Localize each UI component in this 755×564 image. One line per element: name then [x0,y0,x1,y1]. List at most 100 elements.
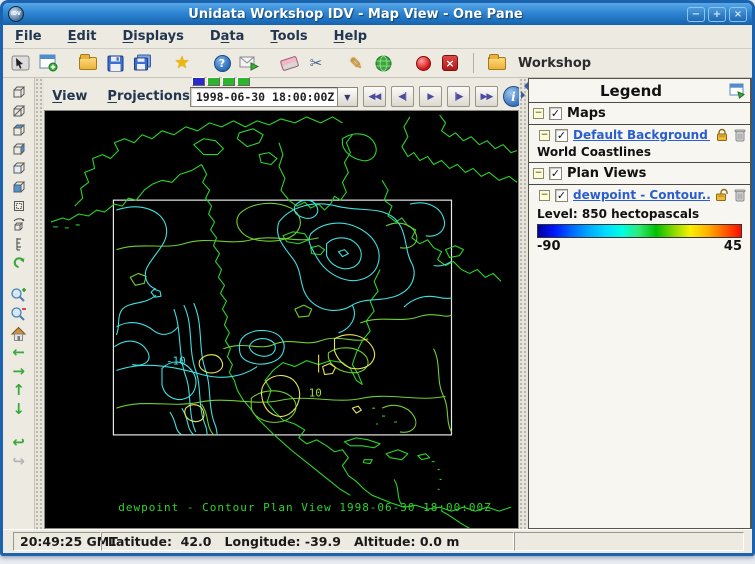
step-forward-button[interactable]: |▶ [446,86,470,107]
idv-logo-icon: IDV [8,6,24,22]
menu-data[interactable]: Data [210,29,245,44]
world-coastlines-label: World Coastlines [537,145,651,159]
workshop-folder-icon[interactable] [485,51,509,75]
go-to-end-button[interactable]: ▶▶ [474,86,498,107]
collapse-plan-views-icon[interactable]: − [533,168,545,179]
top-view-icon[interactable] [7,120,31,139]
plan-views-visibility-checkbox[interactable]: ✓ [549,167,563,180]
idv-window: IDV Unidata Workshop IDV - Map View - On… [0,0,755,556]
pan-left-icon[interactable]: ← [7,343,31,362]
menu-file[interactable]: File [15,29,42,44]
dewpoint-visibility-checkbox[interactable]: ✓ [555,188,569,202]
map-display[interactable]: -10 10 dewpoint - Contour Plan View 1998… [44,110,520,529]
trash-icon[interactable] [734,188,746,202]
maps-visibility-checkbox[interactable]: ✓ [549,107,563,120]
status-bar: 20:49:25 GMT Latitude: 42.0 Longitude: -… [3,529,752,553]
legend-splitter[interactable] [519,78,529,529]
animation-step[interactable] [191,77,205,86]
rotate-view-icon[interactable] [7,101,31,120]
lock-open-icon[interactable] [715,188,729,202]
redo-icon[interactable]: ↪ [7,452,31,471]
box-outline-icon[interactable] [7,196,31,215]
cut-scissors-icon[interactable]: ✂ [304,51,328,75]
vertical-scale-icon[interactable] [7,234,31,253]
colorbar-gradient[interactable] [537,224,742,238]
drawing-pencil-icon[interactable]: ✎ [344,51,368,75]
close-button[interactable]: × [729,6,747,22]
collapse-maps-icon[interactable]: − [533,108,545,119]
maximize-button[interactable]: + [708,6,726,22]
zoom-in-icon[interactable] [7,286,31,305]
open-bundle-icon[interactable] [76,51,100,75]
menu-view[interactable]: View [52,89,87,104]
menu-tools[interactable]: Tools [270,29,307,44]
animation-step[interactable] [221,77,235,86]
contour-label: 10 [309,386,322,399]
pan-down-icon[interactable]: ↓ [7,400,31,419]
animation-step[interactable] [206,77,220,86]
collapse-dewpoint-icon[interactable]: − [539,189,551,201]
screen: IDV Unidata Workshop IDV - Map View - On… [0,0,755,564]
perspective-view-icon[interactable] [7,82,31,101]
undo-icon[interactable]: ↩ [7,433,31,452]
dewpoint-contour-link[interactable]: dewpoint - Contour... [573,188,710,202]
show-dashboard-icon[interactable] [9,51,33,75]
collapse-right-icon[interactable] [521,91,529,99]
pan-right-icon[interactable]: → [7,362,31,381]
dewpoint-row: − ✓ dewpoint - Contour... [529,185,750,205]
map-canvas: -10 10 [51,114,518,528]
exit-icon[interactable]: × [438,51,462,75]
erase-icon[interactable] [277,51,301,75]
maps-section-label: Maps [567,106,606,121]
step-back-button[interactable]: ◀| [390,86,414,107]
collapse-background-icon[interactable]: − [539,129,551,141]
display-annotation: dewpoint - Contour Plan View 1998-06-30 … [118,501,492,514]
play-button[interactable]: ▶ [418,86,442,107]
zoom-out-icon[interactable] [7,305,31,324]
default-background-row: − ✓ Default Background ... [529,125,750,145]
coastlines [51,114,518,528]
support-request-mail-icon[interactable] [237,51,261,75]
time-select[interactable]: 1998-06-30 18:00:00Z [189,87,338,107]
title-bar[interactable]: IDV Unidata Workshop IDV - Map View - On… [3,3,752,25]
minimize-button[interactable]: − [687,6,705,22]
workshop-label[interactable]: Workshop [518,56,591,71]
help-icon[interactable]: ? [210,51,234,75]
left-splitter[interactable] [35,78,45,529]
menu-bar: File Edit Displays Data Tools Help [3,25,752,49]
save-copies-icon[interactable] [130,51,154,75]
level-label: Level: 850 hectopascals [537,207,700,221]
animation-step[interactable] [236,77,250,86]
auto-rotate-icon[interactable] [7,253,31,272]
window-title: Unidata Workshop IDV - Map View - One Pa… [188,6,523,22]
pan-up-icon[interactable]: ↑ [7,381,31,400]
collapse-left-icon[interactable] [520,82,529,90]
go-to-start-button[interactable]: ◀◀ [362,86,386,107]
save-bundle-icon[interactable] [103,51,127,75]
legend-title: Legend [599,82,663,100]
new-window-icon[interactable] [36,51,60,75]
favorites-star-icon[interactable]: ★ [170,51,194,75]
lock-closed-icon[interactable] [715,128,729,142]
float-legend-icon[interactable] [729,83,746,99]
record-image-icon[interactable] [411,51,435,75]
front-view-icon[interactable] [7,158,31,177]
dewpoint-contours: -10 10 [114,200,452,435]
time-dropdown-icon[interactable]: ▼ [337,87,358,107]
menu-displays[interactable]: Displays [123,29,184,44]
menu-help[interactable]: Help [334,29,367,44]
toolbar-separator [473,53,474,73]
menu-projections[interactable]: Projections [107,89,189,104]
menu-edit[interactable]: Edit [68,29,97,44]
side-view-icon[interactable] [7,139,31,158]
rotate-cube-icon[interactable] [7,215,31,234]
bottom-view-icon[interactable] [7,177,31,196]
web-globe-icon[interactable] [371,51,395,75]
background-visibility-checkbox[interactable]: ✓ [555,128,569,142]
home-icon[interactable] [7,324,31,343]
map-panel: View Projections 1998-06-30 18:00:00Z ▼ … [44,77,524,529]
colorbar-max-label: 45 [723,239,742,254]
plan-views-section-label: Plan Views [567,166,647,181]
default-background-link[interactable]: Default Background ... [573,128,710,142]
trash-icon[interactable] [734,128,746,142]
